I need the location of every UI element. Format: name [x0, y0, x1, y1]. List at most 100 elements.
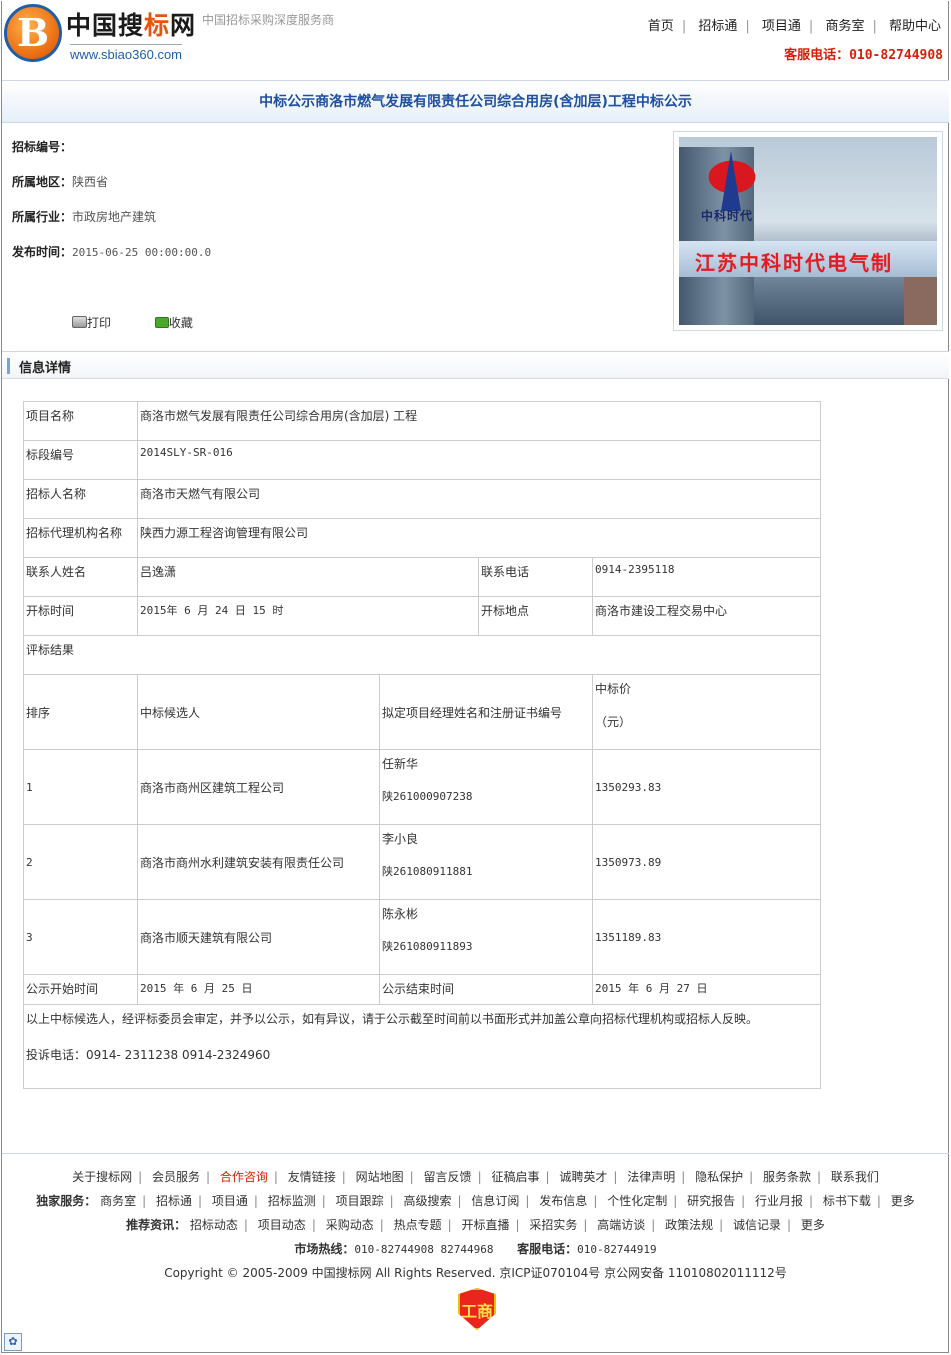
manager-cell: 任新华 陕261000907238	[379, 749, 593, 825]
footer-link-cooperation[interactable]: 合作咨询	[220, 1170, 268, 1184]
notice-end-label: 公示结束时间	[379, 974, 593, 1005]
nav-business-room[interactable]: 商务室	[817, 19, 872, 34]
exclusive-link[interactable]: 商务室	[100, 1194, 136, 1208]
tenderer-label: 招标人名称	[23, 479, 138, 519]
nav-zhaobiaotong[interactable]: 招标通	[690, 19, 745, 34]
footer-link-terms[interactable]: 服务条款	[763, 1170, 811, 1184]
folder-add-icon	[154, 317, 169, 328]
recommend-link[interactable]: 采购动态	[326, 1218, 374, 1232]
project-name-label: 项目名称	[23, 401, 138, 441]
notice-meta: 招标编号： 所属地区：陕西省 所属行业：市政房地产建筑 发布时间：2015-06…	[12, 136, 211, 276]
recommend-link[interactable]: 项目动态	[258, 1218, 306, 1232]
ad-banner[interactable]: 中科时代 江苏中科时代电气制	[673, 131, 943, 331]
notice-end-value: 2015 年 6 月 27 日	[592, 974, 821, 1005]
footer-link-jobs[interactable]: 诚聘英才	[559, 1170, 607, 1184]
price-cell: 1351189.83	[592, 899, 821, 975]
recommend-link[interactable]: 开标直播	[461, 1218, 509, 1232]
open-place-value: 商洛市建设工程交易中心	[592, 596, 821, 636]
top-nav: 首页 | 招标通 | 项目通 | 商务室 | 帮助中心	[640, 15, 949, 34]
site-header: B 中国搜标网 www.sbiao360.com 中国招标采购深度服务商 首页 |…	[0, 0, 951, 80]
agency-label: 招标代理机构名称	[23, 518, 138, 558]
manager-cell: 陈永彬 陕261080911893	[379, 899, 593, 975]
recommend-link[interactable]: 高端访谈	[597, 1218, 645, 1232]
footer-link-friends[interactable]: 友情链接	[288, 1170, 336, 1184]
rank-cell: 2	[23, 824, 138, 900]
recommend-link[interactable]: 热点专题	[394, 1218, 442, 1232]
footer-link-about[interactable]: 关于搜标网	[72, 1170, 132, 1184]
site-logo-icon[interactable]: B	[4, 4, 62, 62]
table-row: 项目名称 商洛市燃气发展有限责任公司综合用房(含加层) 工程	[23, 401, 821, 441]
footer-link-contact[interactable]: 联系我们	[831, 1170, 879, 1184]
notice-start-value: 2015 年 6 月 25 日	[137, 974, 380, 1005]
rank-cell: 1	[23, 749, 138, 825]
footer-exclusive: 独家服务： 商务室 | 招标通 | 项目通 | 招标监测 | 项目跟踪 | 高级搜索 | 信…	[36, 1194, 915, 1208]
open-time-value: 2015年 6 月 24 日 15 时	[137, 596, 479, 636]
phone-value: 0914-2395118	[592, 557, 821, 597]
market-hotline: 010-82744908 82744968	[354, 1243, 494, 1256]
nav-xiangmutong[interactable]: 项目通	[754, 19, 809, 34]
notice-start-label: 公示开始时间	[23, 974, 138, 1005]
footer-recommend: 推荐资讯： 招标动态 | 项目动态 | 采购动态 | 热点专题 | 开标直播 | 采招实务…	[126, 1218, 825, 1232]
exclusive-link[interactable]: 招标监测	[268, 1194, 316, 1208]
print-button[interactable]: 打印	[72, 314, 111, 331]
footer-link-legal[interactable]: 法律声明	[627, 1170, 675, 1184]
exclusive-link[interactable]: 招标通	[156, 1194, 192, 1208]
table-row: 以上中标候选人，经评标委员会审定，并予以公示，如有异议，请于公示截至时间前以书面…	[23, 1004, 821, 1089]
open-time-label: 开标时间	[23, 596, 138, 636]
page-title: 中标公示商洛市燃气发展有限责任公司综合用房(含加层)工程中标公示	[2, 80, 949, 123]
footer-copyright: Copyright © 2005-2009 中国搜标网 All Rights R…	[164, 1266, 787, 1280]
nav-home[interactable]: 首页	[640, 19, 682, 34]
exclusive-link[interactable]: 信息订阅	[471, 1194, 519, 1208]
table-row: 联系人姓名 吕逸潇 联系电话 0914-2395118	[23, 557, 821, 597]
footer-link-call-papers[interactable]: 征稿启事	[491, 1170, 539, 1184]
meta-region: 所属地区：陕西省	[12, 175, 109, 189]
recommend-link[interactable]: 招标动态	[190, 1218, 238, 1232]
exclusive-link[interactable]: 项目跟踪	[336, 1194, 384, 1208]
meta-industry: 所属行业：市政房地产建筑	[12, 210, 157, 224]
meta-publish-time: 发布时间：2015-06-25 00:00:00.0	[12, 245, 212, 259]
meta-bid-no: 招标编号：	[12, 140, 73, 154]
table-row: 排序 中标候选人 拟定项目经理姓名和注册证书编号 中标价 （元）	[23, 674, 821, 750]
price-cell: 1350293.83	[592, 749, 821, 825]
service-hotline-footer: 010-82744919	[577, 1243, 657, 1256]
footer-hotlines: 市场热线：010-82744908 82744968 客服电话：010-8274…	[294, 1242, 657, 1256]
objection-note: 以上中标候选人，经评标委员会审定，并予以公示，如有异议，请于公示截至时间前以书面…	[26, 1012, 759, 1026]
footer-link-sitemap[interactable]: 网站地图	[356, 1170, 404, 1184]
exclusive-link[interactable]: 高级搜索	[404, 1194, 452, 1208]
complaint-phone: 投诉电话：0914- 2311238 0914-2324960	[26, 1048, 271, 1062]
service-hotline: 客服电话：010-82744908	[784, 48, 943, 63]
ad-headline: 江苏中科时代电气制	[695, 251, 893, 275]
section-no-value: 2014SLY-SR-016	[137, 440, 821, 480]
tenderer-value: 商洛市天燃气有限公司	[137, 479, 821, 519]
notice-actions: 打印 收藏	[72, 314, 233, 331]
contact-value: 吕逸潇	[137, 557, 479, 597]
table-row: 招标人名称 商洛市天燃气有限公司	[23, 479, 821, 519]
exclusive-link-more[interactable]: 更多	[891, 1194, 915, 1208]
footer-link-privacy[interactable]: 隐私保护	[695, 1170, 743, 1184]
exclusive-link[interactable]: 发布信息	[539, 1194, 587, 1208]
exclusive-link[interactable]: 行业月报	[755, 1194, 803, 1208]
favorite-button[interactable]: 收藏	[154, 314, 193, 331]
site-name[interactable]: 中国搜标网	[66, 6, 196, 42]
table-row: 招标代理机构名称 陕西力源工程咨询管理有限公司	[23, 518, 821, 558]
exclusive-link[interactable]: 研究报告	[687, 1194, 735, 1208]
detail-table: 项目名称 商洛市燃气发展有限责任公司综合用房(含加层) 工程 标段编号 2014…	[23, 401, 821, 1089]
open-place-label: 开标地点	[478, 596, 593, 636]
paw-icon[interactable]: ✿	[4, 1333, 22, 1351]
footer-link-member[interactable]: 会员服务	[152, 1170, 200, 1184]
exclusive-link[interactable]: 个性化定制	[607, 1194, 667, 1208]
nav-help-center[interactable]: 帮助中心	[881, 19, 949, 34]
table-row: 2 商洛市商州水利建筑安装有限责任公司 李小良 陕261080911881 135…	[23, 824, 821, 900]
site-footer: 关于搜标网 | 会员服务 | 合作咨询 | 友情链接 | 网站地图 | 留言反馈 | 征稿启…	[0, 1167, 951, 1287]
recommend-link[interactable]: 采招实务	[529, 1218, 577, 1232]
footer-link-feedback[interactable]: 留言反馈	[424, 1170, 472, 1184]
recommend-link[interactable]: 诚信记录	[733, 1218, 781, 1232]
agency-value: 陕西力源工程咨询管理有限公司	[137, 518, 821, 558]
table-row: 标段编号 2014SLY-SR-016	[23, 440, 821, 480]
recommend-link-more[interactable]: 更多	[801, 1218, 825, 1232]
contact-label: 联系人姓名	[23, 557, 138, 597]
recommend-link[interactable]: 政策法规	[665, 1218, 713, 1232]
exclusive-link[interactable]: 项目通	[212, 1194, 248, 1208]
exclusive-link[interactable]: 标书下载	[823, 1194, 871, 1208]
section-header: 信息详情	[2, 351, 949, 379]
